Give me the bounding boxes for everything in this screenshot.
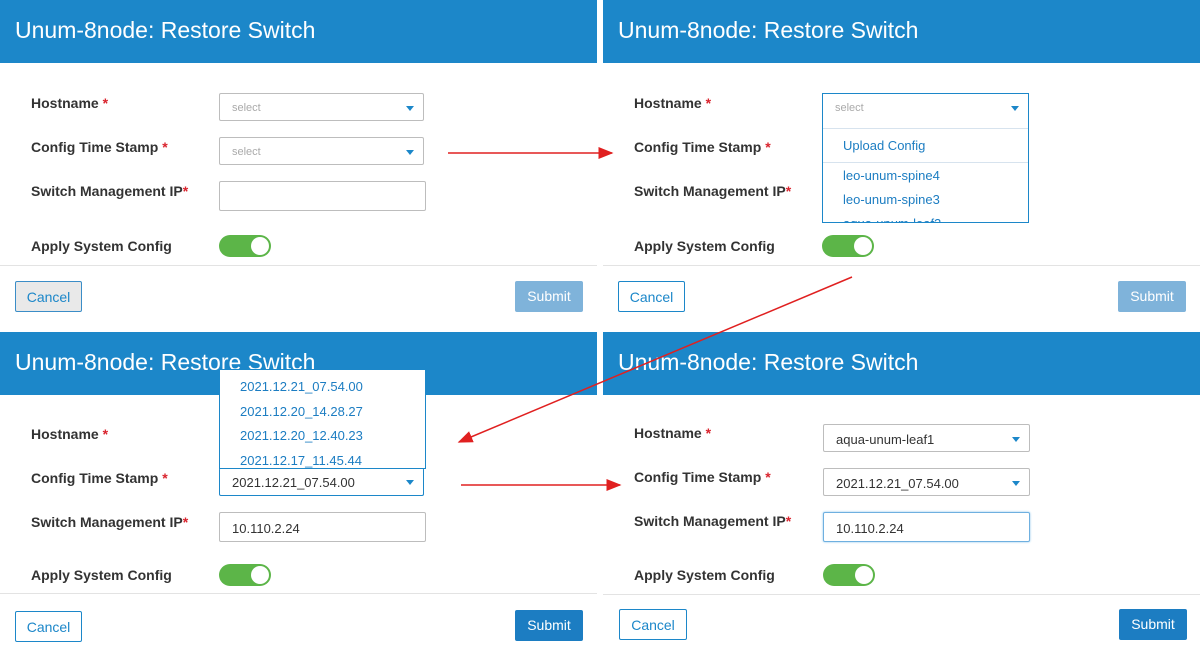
hostname-select[interactable]: aqua-unum-leaf1	[823, 424, 1030, 452]
apply-system-config-toggle[interactable]	[822, 235, 874, 257]
hostname-option[interactable]: leo-unum-spine4	[843, 168, 940, 183]
config-time-stamp-select[interactable]: 2021.12.21_07.54.00	[219, 468, 424, 496]
dialog-title: Unum-8node: Restore Switch	[15, 17, 316, 43]
switch-management-ip-label: Switch Management IP*	[634, 183, 792, 199]
submit-button[interactable]: Submit	[515, 610, 583, 641]
switch-management-ip-label: Switch Management IP*	[634, 513, 792, 529]
hostname-option[interactable]: Upload Config	[843, 138, 925, 153]
footer-divider	[0, 593, 597, 594]
chevron-down-icon	[1012, 481, 1020, 486]
dialog-title: Unum-8node: Restore Switch	[618, 17, 919, 43]
chevron-down-icon	[1011, 106, 1019, 111]
config-time-stamp-select[interactable]: select	[219, 137, 424, 165]
dialog-title: Unum-8node: Restore Switch	[618, 349, 919, 375]
timestamp-option[interactable]: 2021.12.17_11.45.44	[240, 453, 362, 468]
switch-management-ip-input[interactable]: 10.110.2.24	[823, 512, 1030, 542]
submit-button[interactable]: Submit	[1118, 281, 1186, 312]
chevron-down-icon	[1012, 437, 1020, 442]
restore-dialog-step4: Unum-8node: Restore Switch Hostname * aq…	[603, 332, 1200, 658]
submit-button[interactable]: Submit	[515, 281, 583, 312]
chevron-down-icon	[406, 480, 414, 485]
timestamp-option[interactable]: 2021.12.21_07.54.00	[240, 379, 363, 394]
hostname-label: Hostname *	[31, 426, 109, 442]
config-time-stamp-label: Config Time Stamp *	[634, 139, 771, 155]
cancel-button[interactable]: Cancel	[15, 281, 82, 312]
footer-divider	[603, 594, 1200, 595]
dialog-header: Unum-8node: Restore Switch	[603, 0, 1200, 63]
apply-system-config-toggle[interactable]	[219, 564, 271, 586]
hostname-label: Hostname *	[31, 95, 109, 111]
chevron-down-icon	[406, 106, 414, 111]
hostname-label: Hostname *	[634, 425, 712, 441]
switch-management-ip-label: Switch Management IP*	[31, 183, 189, 199]
switch-management-ip-input[interactable]: 10.110.2.24	[219, 512, 426, 542]
submit-button[interactable]: Submit	[1119, 609, 1187, 640]
switch-management-ip-input[interactable]	[219, 181, 426, 211]
apply-system-config-toggle[interactable]	[219, 235, 271, 257]
hostname-option[interactable]: leo-unum-spine3	[843, 192, 940, 207]
footer-divider	[0, 265, 597, 266]
hostname-dropdown[interactable]: select Upload Config leo-unum-spine4 leo…	[822, 93, 1029, 223]
config-time-stamp-select[interactable]: 2021.12.21_07.54.00	[823, 468, 1030, 496]
chevron-down-icon	[406, 150, 414, 155]
hostname-label: Hostname *	[634, 95, 712, 111]
switch-management-ip-label: Switch Management IP*	[31, 514, 189, 530]
hostname-option[interactable]: aqua-unum-leaf2	[843, 216, 941, 222]
dialog-header: Unum-8node: Restore Switch	[603, 332, 1200, 395]
restore-dialog-step2: Unum-8node: Restore Switch Hostname * Co…	[603, 0, 1200, 323]
cancel-button[interactable]: Cancel	[15, 611, 82, 642]
timestamp-option[interactable]: 2021.12.20_14.28.27	[240, 404, 363, 419]
config-time-stamp-label: Config Time Stamp *	[634, 469, 771, 485]
timestamp-option[interactable]: 2021.12.20_12.40.23	[240, 428, 363, 443]
hostname-select[interactable]: select	[219, 93, 424, 121]
config-time-stamp-dropdown[interactable]: 2021.12.21_07.54.00 2021.12.20_14.28.27 …	[219, 369, 426, 469]
dialog-header: Unum-8node: Restore Switch	[0, 0, 597, 63]
apply-system-config-label: Apply System Config	[31, 238, 172, 254]
apply-system-config-label: Apply System Config	[31, 567, 172, 583]
apply-system-config-label: Apply System Config	[634, 567, 775, 583]
footer-divider	[603, 265, 1200, 266]
cancel-button[interactable]: Cancel	[618, 281, 685, 312]
cancel-button[interactable]: Cancel	[619, 609, 687, 640]
config-time-stamp-label: Config Time Stamp *	[31, 139, 168, 155]
config-time-stamp-label: Config Time Stamp *	[31, 470, 168, 486]
restore-dialog-step1: Unum-8node: Restore Switch Hostname * se…	[0, 0, 597, 323]
restore-dialog-step3: Unum-8node: Restore Switch Hostname * Co…	[0, 332, 597, 658]
apply-system-config-toggle[interactable]	[823, 564, 875, 586]
apply-system-config-label: Apply System Config	[634, 238, 775, 254]
